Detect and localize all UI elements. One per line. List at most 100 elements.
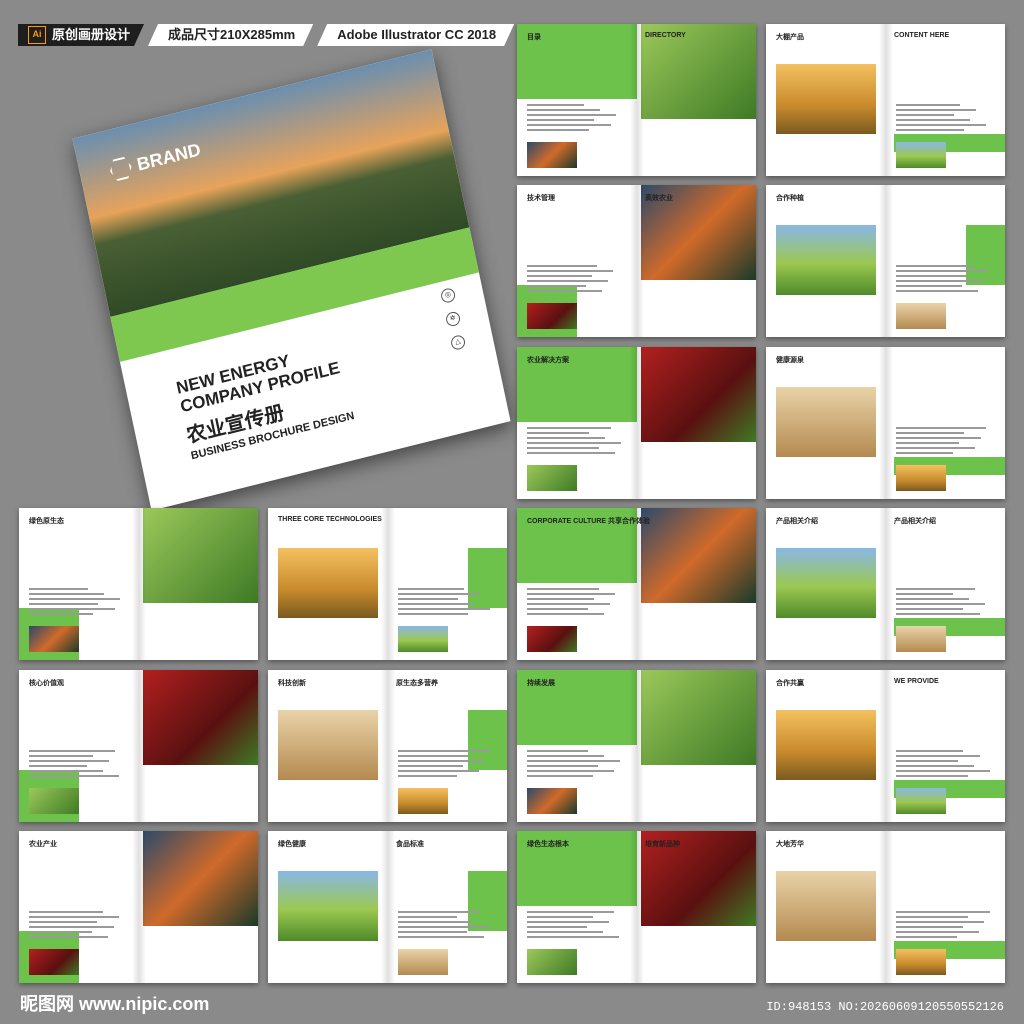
brochure-spread: 科技创新 原生态多营养 — [268, 670, 507, 822]
spread-left-title: 健康源泉 — [776, 357, 804, 364]
brochure-spread: 绿色原生态 — [19, 508, 258, 660]
image-id: ID:948153 NO:20260609120550552126 — [766, 1000, 1004, 1014]
brochure-spread: 持续发展 — [517, 670, 756, 822]
photo — [776, 710, 876, 780]
photo — [278, 710, 378, 780]
tag-original-design: Ai 原创画册设计 — [18, 24, 144, 46]
text-lines — [398, 588, 493, 618]
photo — [896, 465, 946, 491]
photo — [641, 670, 756, 765]
text-lines — [527, 104, 622, 134]
spread-right-title: WE PROVIDE — [894, 678, 939, 685]
brochure-spread: 目录 DIRECTORY — [517, 24, 756, 176]
spread-left-title: THREE CORE TECHNOLOGIES — [278, 516, 382, 523]
spread-right-title: DIRECTORY — [645, 32, 686, 39]
brochure-spread: 技术管理 高效农业 — [517, 185, 756, 337]
spread-right-title: 产品相关介绍 — [894, 518, 936, 525]
photo — [527, 949, 577, 975]
spread-right-title: 培育新品种 — [645, 841, 680, 848]
brochure-spread: 核心价值观 — [19, 670, 258, 822]
text-lines — [896, 750, 991, 780]
text-lines — [527, 265, 622, 295]
brochure-spread: 农业产业 — [19, 831, 258, 983]
spread-right-title: 原生态多营养 — [396, 680, 438, 687]
text-lines — [896, 427, 991, 457]
brochure-spread: 合作种植 — [766, 185, 1005, 337]
spread-left-title: 农业产业 — [29, 841, 57, 848]
photo — [398, 949, 448, 975]
cover-page: BRAND NEW ENERGY COMPANY PROFILE 农业宣传册 B… — [72, 49, 511, 511]
photo — [29, 949, 79, 975]
gear-icon: ✲ — [444, 310, 462, 328]
brochure-spread: 绿色健康 食品标准 — [268, 831, 507, 983]
brochure-spread: 大棚产品 CONTENT HERE — [766, 24, 1005, 176]
photo — [143, 670, 258, 765]
cover-icon-column: ◎ ✲ △ — [439, 286, 467, 351]
brochure-spread: 农业解决方案 — [517, 347, 756, 499]
photo — [29, 626, 79, 652]
watermark: 昵图网 www.nipic.com — [20, 994, 210, 1014]
spread-left-title: 合作种植 — [776, 195, 804, 202]
photo — [641, 347, 756, 442]
spread-left-title: 科技创新 — [278, 680, 306, 687]
spread-left-title: 农业解决方案 — [527, 357, 569, 364]
text-lines — [896, 265, 991, 295]
text-lines — [896, 911, 991, 941]
brochure-spread: 产品相关介绍 产品相关介绍 — [766, 508, 1005, 660]
photo — [398, 788, 448, 814]
photo — [398, 626, 448, 652]
text-lines — [398, 750, 493, 780]
spread-right-title: CONTENT HERE — [894, 32, 950, 39]
text-lines — [527, 911, 622, 941]
text-lines — [527, 750, 622, 780]
spread-left-title: 合作共赢 — [776, 680, 804, 687]
spread-left-title: 绿色健康 — [278, 841, 306, 848]
photo — [641, 508, 756, 603]
text-lines — [398, 911, 493, 941]
brochure-spread: 健康源泉 — [766, 347, 1005, 499]
text-lines — [527, 588, 622, 618]
photo — [776, 225, 876, 295]
text-lines — [29, 911, 124, 941]
photo — [896, 626, 946, 652]
photo — [527, 465, 577, 491]
photo — [896, 949, 946, 975]
photo — [776, 387, 876, 457]
text-lines — [527, 427, 622, 457]
photo — [527, 303, 577, 329]
tag-original-label: 原创画册设计 — [52, 27, 131, 42]
drop-icon: △ — [449, 333, 467, 351]
brochure-spread: THREE CORE TECHNOLOGIES — [268, 508, 507, 660]
spread-left-title: 持续发展 — [527, 680, 555, 687]
photo — [776, 871, 876, 941]
text-lines — [29, 588, 124, 618]
spread-left-title: 大棚产品 — [776, 34, 804, 41]
photo — [527, 142, 577, 168]
spread-left-title: 产品相关介绍 — [776, 518, 818, 525]
brochure-spread: 绿色生态根本 培育新品种 — [517, 831, 756, 983]
photo — [896, 142, 946, 168]
spread-left-title: 核心价值观 — [29, 680, 64, 687]
photo — [776, 64, 876, 134]
photo — [896, 303, 946, 329]
photo — [278, 548, 378, 618]
leaf-icon: ◎ — [439, 286, 457, 304]
brochure-cover: BRAND NEW ENERGY COMPANY PROFILE 农业宣传册 B… — [60, 0, 512, 511]
text-lines — [896, 588, 991, 618]
photo — [527, 788, 577, 814]
spread-left-title: 目录 — [527, 34, 541, 41]
spread-right-title: 高效农业 — [645, 195, 673, 202]
photo — [143, 831, 258, 926]
spread-left-title: 大地芳华 — [776, 841, 804, 848]
photo — [896, 788, 946, 814]
photo — [278, 871, 378, 941]
brochure-spread: 合作共赢 WE PROVIDE — [766, 670, 1005, 822]
spread-left-title: 绿色生态根本 — [527, 841, 569, 848]
photo — [527, 626, 577, 652]
spread-right-title: 食品标准 — [396, 841, 424, 848]
spread-left-title: 绿色原生态 — [29, 518, 64, 525]
cover-title-block: NEW ENERGY COMPANY PROFILE 农业宣传册 BUSINES… — [175, 339, 356, 462]
text-lines — [29, 750, 124, 780]
brochure-spread: CORPORATE CULTURE 共享合作体验 — [517, 508, 756, 660]
photo — [143, 508, 258, 603]
